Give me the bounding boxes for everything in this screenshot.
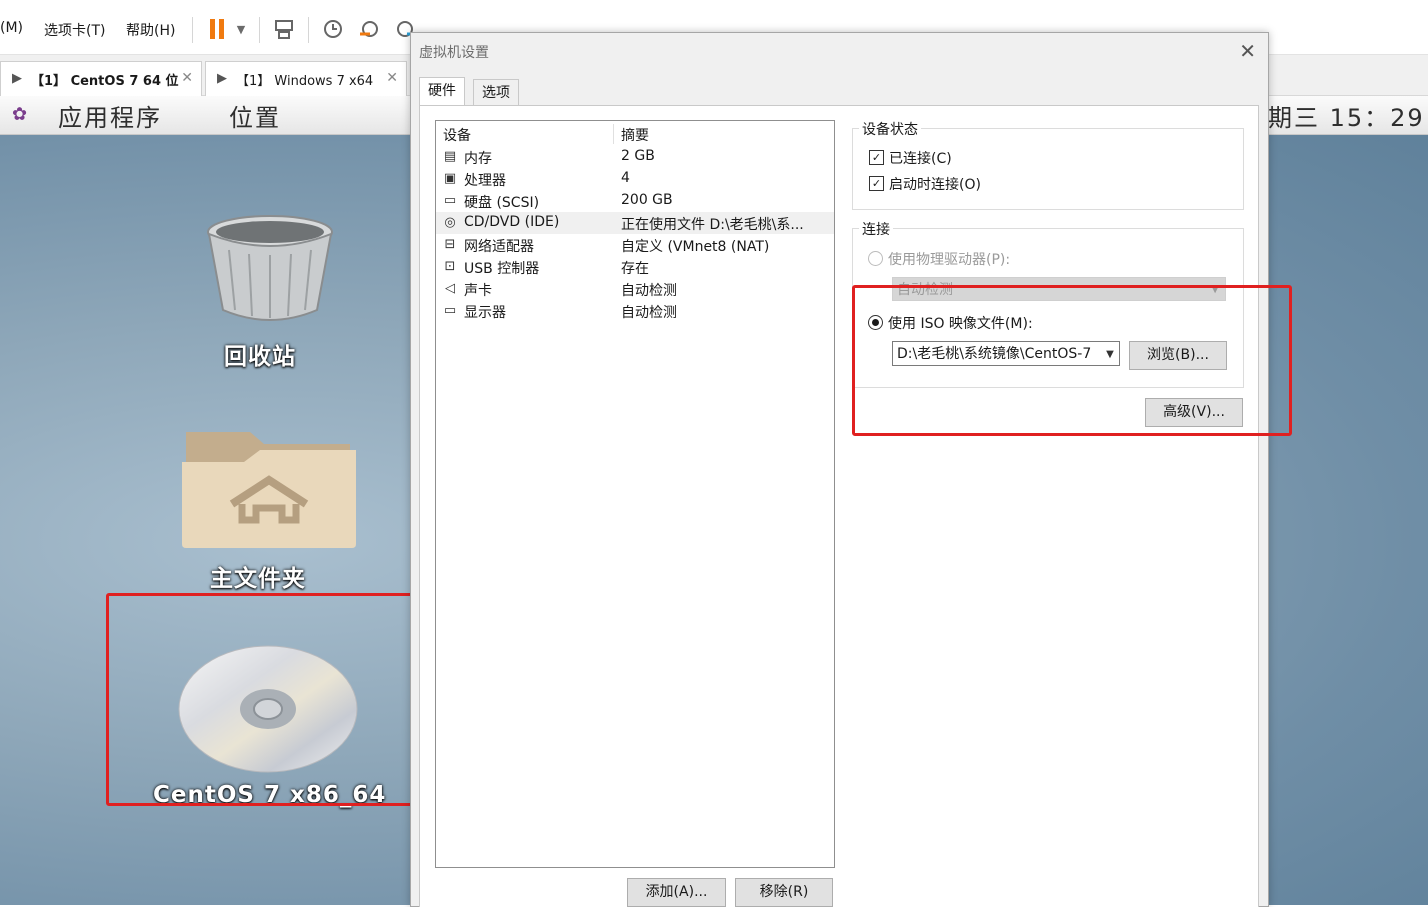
column-header-device[interactable]: 设备 — [443, 125, 471, 145]
vm-running-icon: ▶ — [217, 71, 227, 86]
device-status-group: 设备状态 ✓ 已连接(C) ✓ 启动时连接(O) — [852, 119, 1244, 210]
device-name: USB 控制器 — [464, 261, 540, 277]
device-row-memory[interactable]: ▤ 内存 2 GB — [436, 146, 834, 168]
display-icon: ▭ — [443, 303, 457, 318]
snapshot-icon[interactable] — [320, 14, 346, 44]
device-summary: 自定义 (VMnet8 (NAT) — [621, 239, 770, 255]
device-row-usb-controller[interactable]: ⊡ USB 控制器 存在 — [436, 256, 834, 278]
column-header-summary[interactable]: 摘要 — [621, 125, 649, 145]
device-summary: 存在 — [621, 261, 649, 277]
device-row-display[interactable]: ▭ 显示器 自动检测 — [436, 300, 834, 322]
tab-windows-label: 【1】 Windows 7 x64 — [236, 73, 374, 89]
applications-menu[interactable]: 应用程序 — [58, 98, 162, 133]
highlight-box — [852, 285, 1292, 436]
device-name: 硬盘 (SCSI) — [464, 195, 540, 211]
add-button[interactable]: 添加(A)... — [627, 878, 726, 907]
device-name: CD/DVD (IDE) — [464, 214, 560, 230]
revert-snapshot-icon[interactable] — [356, 14, 382, 44]
dialog-title: 虚拟机设置 — [419, 45, 489, 61]
sound-card-icon: ◁ — [445, 281, 455, 296]
connected-label[interactable]: 已连接(C) — [889, 148, 952, 168]
home-folder-label: 主文件夹 — [210, 566, 306, 592]
toolbar-separator — [192, 17, 193, 43]
device-summary: 2 GB — [621, 148, 655, 164]
device-list[interactable]: 设备 摘要 ▤ 内存 2 GB ▣ 处理器 4 ▭ 硬盘 (SCSI) 200 … — [435, 120, 835, 868]
memory-icon: ▤ — [443, 149, 457, 164]
connect-at-power-on-label[interactable]: 启动时连接(O) — [889, 174, 981, 194]
tab-hardware[interactable]: 硬件 — [419, 77, 465, 107]
gnome-top-bar-clock: 期三 15：29 — [1268, 96, 1428, 135]
toolbar-separator — [308, 17, 309, 43]
remove-button[interactable]: 移除(R) — [735, 878, 833, 907]
tab-centos-label: 【1】 CentOS 7 64 位 — [31, 73, 179, 89]
device-row-sound-card[interactable]: ◁ 声卡 自动检测 — [436, 278, 834, 300]
device-name: 声卡 — [464, 283, 492, 299]
device-status-title: 设备状态 — [859, 119, 921, 139]
device-summary: 自动检测 — [621, 305, 677, 321]
device-summary: 正在使用文件 D:\老毛桃\系... — [621, 217, 804, 233]
column-divider[interactable] — [613, 124, 614, 144]
close-icon[interactable]: ✕ — [1239, 39, 1256, 63]
vm-running-icon: ▶ — [12, 71, 22, 86]
device-summary: 4 — [621, 170, 630, 186]
physical-drive-radio[interactable] — [868, 251, 883, 266]
physical-drive-label[interactable]: 使用物理驱动器(P): — [888, 249, 1010, 269]
device-row-processor[interactable]: ▣ 处理器 4 — [436, 168, 834, 190]
device-row-hard-disk[interactable]: ▭ 硬盘 (SCSI) 200 GB — [436, 190, 834, 212]
processor-icon: ▣ — [443, 171, 457, 186]
pause-icon[interactable] — [204, 14, 230, 44]
device-name: 处理器 — [464, 173, 506, 189]
places-menu[interactable]: 位置 — [229, 98, 281, 133]
menu-help[interactable]: 帮助(H) — [126, 20, 175, 40]
connected-checkbox[interactable]: ✓ — [869, 150, 884, 165]
tab-options[interactable]: 选项 — [473, 79, 519, 106]
menu-tabs[interactable]: 选项卡(T) — [44, 20, 105, 40]
hardware-panel: 设备 摘要 ▤ 内存 2 GB ▣ 处理器 4 ▭ 硬盘 (SCSI) 200 … — [419, 105, 1259, 907]
send-ctrl-alt-del-icon[interactable] — [271, 14, 297, 44]
device-row-cd-dvd[interactable]: ◎ CD/DVD (IDE) 正在使用文件 D:\老毛桃\系... — [436, 212, 834, 234]
connection-title: 连接 — [859, 219, 893, 239]
device-summary: 200 GB — [621, 192, 673, 208]
vm-settings-dialog: 虚拟机设置 ✕ 硬件 选项 设备 摘要 ▤ 内存 2 GB ▣ 处理器 4 ▭ … — [410, 32, 1269, 907]
chevron-down-icon[interactable]: ▼ — [228, 14, 254, 44]
close-icon[interactable]: ✕ — [181, 70, 193, 86]
device-name: 显示器 — [464, 305, 506, 321]
device-name: 内存 — [464, 151, 492, 167]
toolbar-separator — [259, 17, 260, 43]
trash-icon[interactable] — [205, 214, 335, 330]
highlight-box — [106, 593, 423, 806]
gnome-foot-icon: ✿ — [12, 104, 28, 125]
device-row-network-adapter[interactable]: ⊟ 网络适配器 自定义 (VMnet8 (NAT) — [436, 234, 834, 256]
device-name: 网络适配器 — [464, 239, 534, 255]
menu-vm[interactable]: (M) — [0, 20, 23, 36]
home-folder-icon[interactable] — [180, 428, 358, 554]
tab-windows[interactable]: ▶ 【1】 Windows 7 x64 ✕ — [205, 61, 407, 96]
cd-dvd-icon: ◎ — [444, 215, 456, 230]
close-icon[interactable]: ✕ — [386, 70, 398, 86]
trash-label: 回收站 — [224, 344, 296, 370]
clock[interactable]: 期三 15：29 — [1268, 98, 1425, 133]
tab-centos[interactable]: ▶ 【1】 CentOS 7 64 位 ✕ — [0, 61, 202, 96]
usb-controller-icon: ⊡ — [444, 259, 456, 274]
connect-at-power-on-checkbox[interactable]: ✓ — [869, 176, 884, 191]
device-summary: 自动检测 — [621, 283, 677, 299]
gnome-top-bar: ✿ 应用程序 位置 — [0, 96, 410, 135]
hard-disk-icon: ▭ — [443, 193, 457, 208]
network-adapter-icon: ⊟ — [444, 237, 456, 252]
